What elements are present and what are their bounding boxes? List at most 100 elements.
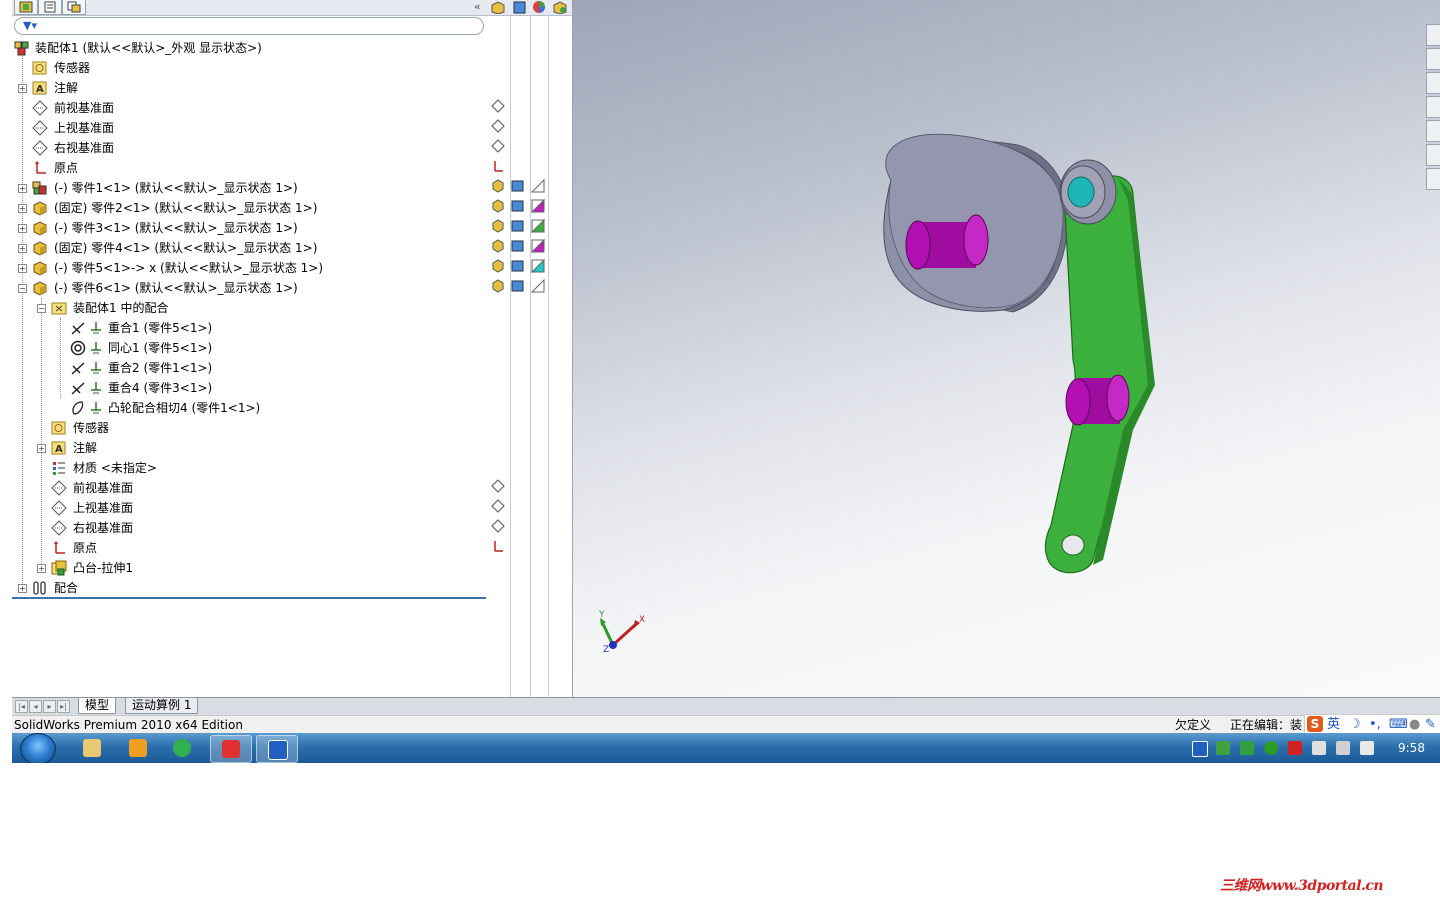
collapse-icon[interactable]: −: [37, 304, 46, 313]
origin-visibility-icon[interactable]: [491, 539, 505, 553]
plane-visibility-icon[interactable]: [491, 519, 505, 533]
part-appearance-icon[interactable]: [511, 279, 525, 293]
file-explorer-icon[interactable]: [1426, 72, 1440, 94]
part-display-icon[interactable]: [491, 219, 505, 233]
half-width-icon[interactable]: ☽: [1349, 716, 1361, 734]
tab-motion-study[interactable]: 运动算例 1: [125, 698, 199, 714]
part-color-icon[interactable]: [531, 219, 545, 233]
expand-icon[interactable]: +: [18, 584, 27, 593]
part-color-icon[interactable]: [531, 199, 545, 213]
filter-icon[interactable]: ▼▾: [23, 19, 37, 32]
next-tab-icon[interactable]: ▸: [43, 700, 56, 713]
start-button[interactable]: [20, 733, 56, 763]
origin-visibility-icon[interactable]: [491, 159, 505, 173]
taskbar-app[interactable]: [210, 735, 252, 763]
tree-item-label: 前视基准面: [73, 481, 134, 495]
scene-icon[interactable]: [532, 0, 548, 14]
part-color-icon[interactable]: [531, 179, 545, 193]
tree-item-label: (固定) 零件4<1> (默认<<默认>_显示状态 1>): [54, 241, 318, 255]
collapse-icon[interactable]: «: [474, 0, 481, 13]
clock[interactable]: 9:58: [1398, 733, 1425, 763]
expand-icon[interactable]: +: [18, 244, 27, 253]
user-icon[interactable]: ●: [1409, 716, 1420, 734]
plane-visibility-icon[interactable]: [491, 119, 505, 133]
first-tab-icon[interactable]: |◂: [15, 700, 28, 713]
network-status-icon[interactable]: [1216, 741, 1230, 755]
expand-icon[interactable]: +: [37, 564, 46, 573]
taskbar-app[interactable]: [72, 735, 112, 761]
tree-item-label: (-) 零件3<1> (默认<<默认>_显示状态 1>): [54, 221, 298, 235]
expand-icon[interactable]: +: [18, 184, 27, 193]
plane-visibility-icon[interactable]: [491, 479, 505, 493]
action-center-icon[interactable]: [1288, 741, 1302, 755]
expand-icon[interactable]: +: [18, 264, 27, 273]
design-library-icon[interactable]: [1426, 48, 1440, 70]
part-color-icon[interactable]: [531, 279, 545, 293]
part-display-icon[interactable]: [491, 179, 505, 193]
taskbar-app[interactable]: [162, 735, 202, 761]
volume-icon[interactable]: [1360, 741, 1374, 755]
part-icon: [33, 261, 47, 276]
part-appearance-icon[interactable]: [511, 239, 525, 253]
tray-app-icon[interactable]: [1192, 741, 1208, 757]
last-tab-icon[interactable]: ▸|: [57, 700, 70, 713]
appearances-icon[interactable]: [1426, 144, 1440, 166]
view-palette-icon[interactable]: [1426, 120, 1440, 142]
expand-icon[interactable]: +: [18, 84, 27, 93]
plane-visibility-icon[interactable]: [491, 139, 505, 153]
annotation-icon: A: [32, 81, 47, 95]
custom-properties-icon[interactable]: [1426, 168, 1440, 190]
dim-expert-icon[interactable]: [552, 0, 568, 14]
model-view: X Y Z: [598, 133, 1155, 655]
tree-filter[interactable]: ▼▾: [14, 17, 484, 35]
tab-model[interactable]: 模型: [78, 698, 117, 714]
feature-manager-icon: [19, 1, 33, 13]
search-icon[interactable]: [1426, 96, 1440, 118]
ground-icon: [91, 402, 101, 414]
prev-tab-icon[interactable]: ◂: [29, 700, 42, 713]
part-display-icon[interactable]: [491, 279, 505, 293]
property-manager-tab[interactable]: [38, 0, 62, 15]
roller-part[interactable]: [1059, 159, 1117, 225]
part-appearance-icon[interactable]: [511, 199, 525, 213]
expand-icon[interactable]: +: [18, 224, 27, 233]
part-appearance-icon[interactable]: [511, 219, 525, 233]
plane-visibility-icon[interactable]: [491, 99, 505, 113]
shield-icon[interactable]: [1264, 741, 1278, 755]
part-color-icon[interactable]: [531, 259, 545, 273]
part-color-icon[interactable]: [531, 239, 545, 253]
part-display-icon[interactable]: [491, 239, 505, 253]
part-display-icon[interactable]: [491, 199, 505, 213]
resources-icon[interactable]: [1426, 24, 1440, 46]
sogou-icon[interactable]: S: [1307, 716, 1323, 732]
taskbar-app[interactable]: [118, 735, 158, 761]
part-appearance-icon[interactable]: [511, 179, 525, 193]
device-icon[interactable]: [1312, 741, 1326, 755]
tree-item-label: 凸台-拉伸1: [73, 561, 133, 575]
part-display-icon[interactable]: [491, 259, 505, 273]
graphics-viewport[interactable]: X Y Z: [573, 0, 1440, 697]
ime-language[interactable]: 英: [1327, 716, 1340, 734]
tree-item-label: 重合2 (零件1<1>): [108, 361, 213, 375]
feature-manager-tab[interactable]: [14, 0, 38, 15]
display-manager-icon[interactable]: [490, 0, 506, 14]
taskbar-app[interactable]: [256, 735, 298, 763]
collapse-icon[interactable]: −: [18, 284, 27, 293]
settings-icon[interactable]: ✎: [1425, 716, 1436, 734]
part-appearance-icon[interactable]: [511, 259, 525, 273]
configuration-manager-tab[interactable]: [62, 0, 86, 15]
expand-icon[interactable]: +: [37, 444, 46, 453]
svg-text:A: A: [55, 444, 63, 455]
app-icon: [173, 739, 191, 757]
security-icon[interactable]: [1240, 741, 1254, 755]
arm-pin-part[interactable]: [1065, 374, 1130, 426]
display-pane-header: [486, 0, 572, 16]
punctuation-icon[interactable]: •,: [1369, 716, 1381, 734]
network-icon[interactable]: [1336, 741, 1350, 755]
cam-pin-part[interactable]: [905, 214, 989, 270]
appearance-icon[interactable]: [512, 0, 528, 14]
plane-visibility-icon[interactable]: [491, 499, 505, 513]
expand-icon[interactable]: +: [18, 204, 27, 213]
boss-extrude-icon: [51, 560, 67, 576]
keyboard-icon[interactable]: ⌨: [1389, 716, 1408, 734]
